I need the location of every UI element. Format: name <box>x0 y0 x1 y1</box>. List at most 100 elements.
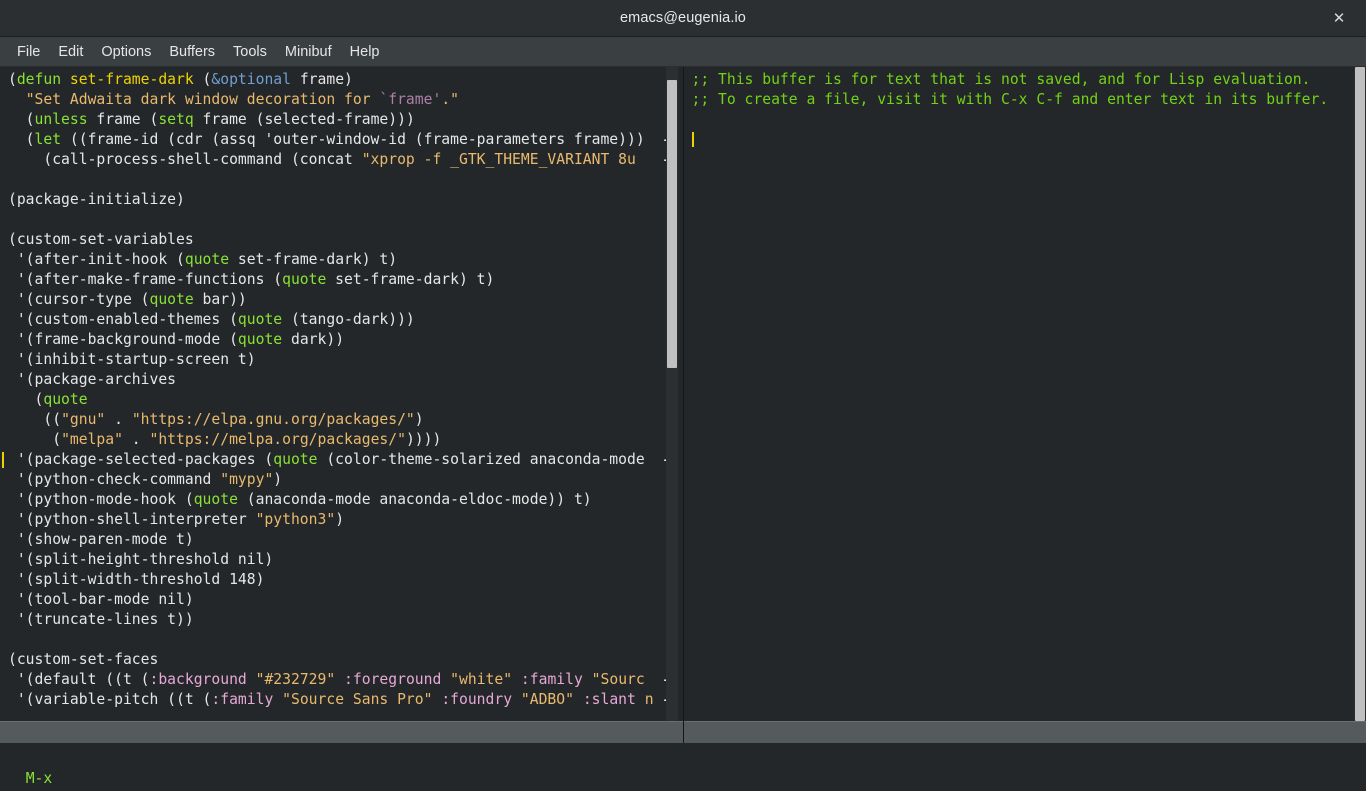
code-token: ( <box>8 391 43 408</box>
code-token <box>583 671 592 688</box>
code-token: "python3" <box>256 511 336 528</box>
buffer-line: (custom-set-variables <box>0 230 683 250</box>
code-token: frame ( <box>88 111 159 128</box>
buffer-line: '(split-height-threshold nil) <box>0 550 683 570</box>
code-token: )))) <box>406 431 441 448</box>
buffer-line: '(show-paren-mode t) <box>0 530 683 550</box>
code-token: "Set Adwaita dark window decoration for <box>26 91 380 108</box>
text-cursor <box>2 452 4 468</box>
code-token: . <box>123 431 150 448</box>
code-token: '(show-paren-mode t) <box>8 531 194 548</box>
buffer-line: "Set Adwaita dark window decoration for … <box>0 90 683 110</box>
code-token: setq <box>158 111 193 128</box>
code-token: '(python-shell-interpreter <box>8 511 256 528</box>
menu-item-tools[interactable]: Tools <box>224 42 276 62</box>
code-token: '(python-check-command <box>8 471 220 488</box>
code-token: :foundry <box>441 691 512 708</box>
menu-item-file[interactable]: File <box>8 42 49 62</box>
code-token <box>636 691 645 708</box>
buffer-line: '(cursor-type (quote bar)) <box>0 290 683 310</box>
code-token: '(custom-enabled-themes ( <box>8 311 238 328</box>
buffer-text-area[interactable]: ;; This buffer is for text that is not s… <box>684 67 1366 721</box>
window-pane-scratch: ;; This buffer is for text that is not s… <box>684 67 1366 743</box>
scrollbar-left[interactable] <box>666 67 678 721</box>
code-token: . <box>105 411 132 428</box>
code-token: '(after-make-frame-functions ( <box>8 271 282 288</box>
code-token: (tango-dark))) <box>282 311 415 328</box>
code-token: "Sourc <box>592 671 645 688</box>
buffer-line: '(python-mode-hook (quote (anaconda-mode… <box>0 490 683 510</box>
menu-item-buffers[interactable]: Buffers <box>160 42 224 62</box>
code-token <box>432 691 441 708</box>
code-token: ( <box>8 111 35 128</box>
code-token: quote <box>185 251 229 268</box>
code-token: '(after-init-hook ( <box>8 251 185 268</box>
buffer-line: '(truncate-lines t)) <box>0 610 683 630</box>
modeline-right: U:--- *scratch* All L4 (Lisp Interaction… <box>684 721 1366 743</box>
scrollbar-thumb[interactable] <box>1355 67 1365 721</box>
code-token: ( <box>8 431 61 448</box>
code-token: :family <box>211 691 273 708</box>
code-token <box>574 691 583 708</box>
menu-item-edit[interactable]: Edit <box>49 42 92 62</box>
code-token: :family <box>521 671 583 688</box>
code-token: ." <box>441 91 459 108</box>
code-token <box>512 671 521 688</box>
buffer-line: '(custom-enabled-themes (quote (tango-da… <box>0 310 683 330</box>
code-token <box>273 691 282 708</box>
buffer-line: '(frame-background-mode (quote dark)) <box>0 330 683 350</box>
close-icon[interactable]: ✕ <box>1322 0 1356 36</box>
buffer-line: '(split-width-threshold 148) <box>0 570 683 590</box>
code-token: dark)) <box>282 331 344 348</box>
echo-area-minibuffer[interactable]: M-x <box>0 743 1366 767</box>
buffer-line: ;; To create a file, visit it with C-x C… <box>684 90 1366 110</box>
scrollbar-right[interactable] <box>1354 67 1366 721</box>
buffer-line: (unless frame (setq frame (selected-fram… <box>0 110 683 130</box>
code-token <box>61 71 70 88</box>
buffer-line: '(inhibit-startup-screen t) <box>0 350 683 370</box>
buffer-line: '(package-selected-packages (quote (colo… <box>0 450 683 470</box>
buffer-line: (("gnu" . "https://elpa.gnu.org/packages… <box>0 410 683 430</box>
code-token: "melpa" <box>61 431 123 448</box>
code-token: ( <box>8 71 17 88</box>
menu-item-help[interactable]: Help <box>341 42 389 62</box>
code-token: "https://melpa.org/packages/" <box>150 431 406 448</box>
buffer-text-area[interactable]: (defun set-frame-dark (&optional frame) … <box>0 67 683 721</box>
code-token: ( <box>194 71 212 88</box>
code-token: "mypy" <box>220 471 273 488</box>
buffer-dot-emacs[interactable]: (defun set-frame-dark (&optional frame) … <box>0 67 683 721</box>
scrollbar-thumb[interactable] <box>667 80 677 368</box>
code-token: (color-theme-solarized anaconda-mode <box>318 451 645 468</box>
code-token: :foreground <box>344 671 441 688</box>
text-cursor <box>692 132 694 147</box>
code-token: '(default ((t ( <box>8 671 149 688</box>
code-token: '(inhibit-startup-screen t) <box>8 351 256 368</box>
code-token: '(split-width-threshold 148) <box>8 571 264 588</box>
buffer-scratch[interactable]: ;; This buffer is for text that is not s… <box>684 67 1366 721</box>
window-titlebar: emacs@eugenia.io ✕ <box>0 0 1366 37</box>
code-token: quote <box>194 491 238 508</box>
code-token: "xprop -f _GTK_THEME_VARIANT 8u <box>362 151 645 168</box>
code-token: "ADBO" <box>521 691 574 708</box>
code-token <box>247 671 256 688</box>
buffer-line <box>684 130 1366 150</box>
buffer-line <box>0 630 683 650</box>
code-token: :background <box>149 671 246 688</box>
buffer-line: '(tool-bar-mode nil) <box>0 590 683 610</box>
code-token: ) <box>335 511 344 528</box>
buffer-line: '(python-shell-interpreter "python3") <box>0 510 683 530</box>
code-token: (anaconda-mode anaconda-eldoc-mode)) t) <box>238 491 592 508</box>
code-token: n <box>645 691 654 708</box>
buffer-line: ("melpa" . "https://melpa.org/packages/"… <box>0 430 683 450</box>
code-token: '(package-archives <box>8 371 176 388</box>
menu-item-minibuf[interactable]: Minibuf <box>276 42 341 62</box>
modeline-left: -:--- .emacs Top L20 (Emacs-Lisp ElDoc) <box>0 721 683 743</box>
menu-item-options[interactable]: Options <box>92 42 160 62</box>
buffer-line: (custom-set-faces <box>0 650 683 670</box>
code-token: quote <box>43 391 87 408</box>
code-token: ) <box>415 411 424 428</box>
code-token: ( <box>8 131 35 148</box>
buffer-line: (call-process-shell-command (concat "xpr… <box>0 150 683 170</box>
code-token: (call-process-shell-command (concat <box>8 151 362 168</box>
code-token: quote <box>238 331 282 348</box>
